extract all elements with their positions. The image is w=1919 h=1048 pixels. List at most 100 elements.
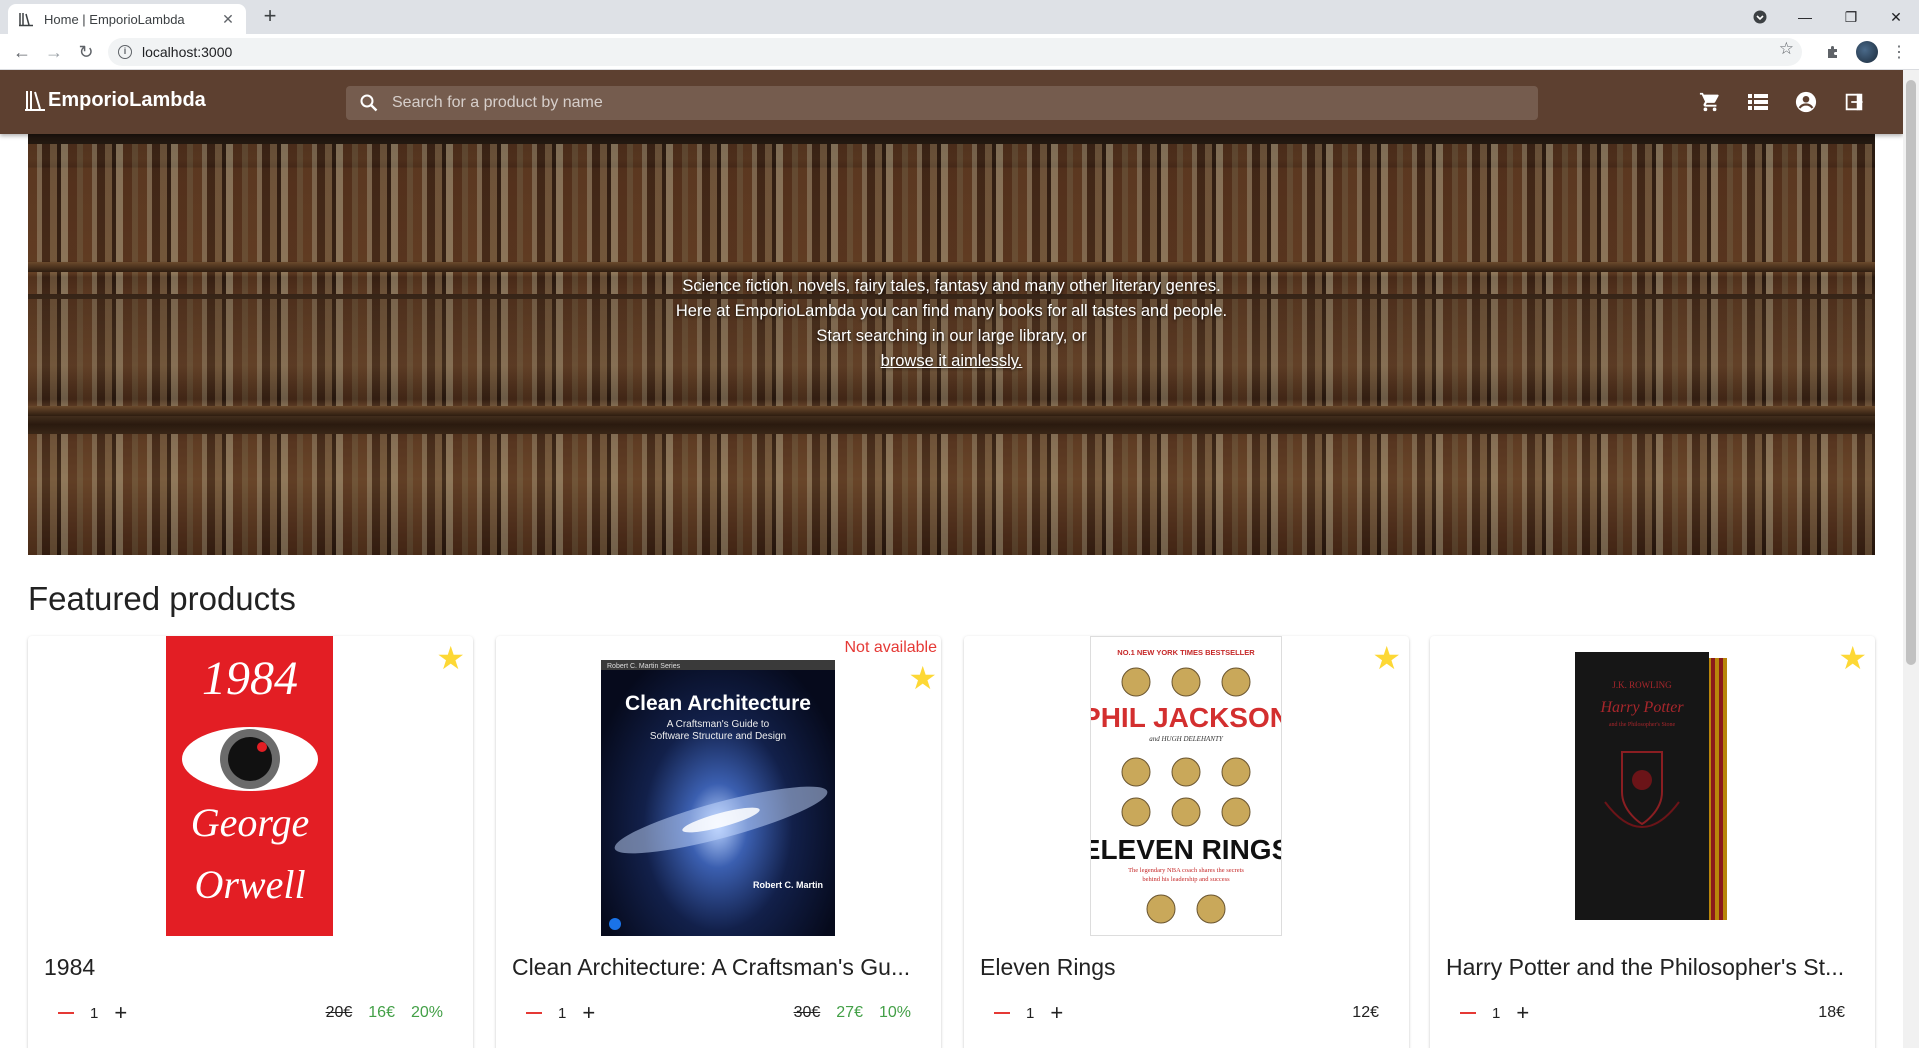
page-scrollbar[interactable] bbox=[1903, 70, 1919, 1048]
svg-text:J.K. ROWLING: J.K. ROWLING bbox=[1612, 680, 1672, 690]
old-price: 20€ bbox=[325, 1004, 353, 1021]
discount-percent: 20% bbox=[410, 1004, 443, 1021]
sale-price: 16€ bbox=[368, 1004, 395, 1021]
url-text: localhost:3000 bbox=[142, 44, 233, 60]
svg-text:Software Structure and Design: Software Structure and Design bbox=[650, 731, 786, 742]
extensions-icon[interactable] bbox=[1822, 41, 1844, 63]
featured-title: Featured products bbox=[28, 580, 296, 617]
price-block: 20€ 16€ 20% bbox=[326, 1004, 443, 1022]
browser-toolbar: ← → ↻ i localhost:3000 ☆ ⋮ bbox=[0, 34, 1919, 70]
hero-line: Start searching in our large library, or bbox=[816, 327, 1087, 345]
hero-line: Science fiction, novels, fairy tales, fa… bbox=[682, 277, 1221, 295]
discount-percent: 10% bbox=[878, 1004, 911, 1021]
svg-text:PHIL JACKSON: PHIL JACKSON bbox=[1091, 702, 1281, 733]
price: 12€ bbox=[1352, 1004, 1379, 1021]
account-icon[interactable] bbox=[1794, 90, 1818, 114]
restore-icon[interactable]: ❐ bbox=[1828, 0, 1874, 34]
book-cover-clean-architecture[interactable]: Robert C. Martin Series Clean Architectu… bbox=[601, 660, 835, 936]
hero-text: Science fiction, novels, fairy tales, fa… bbox=[28, 274, 1875, 374]
quantity-stepper: 1 + bbox=[1460, 1002, 1529, 1024]
library-icon bbox=[25, 91, 45, 111]
scrollbar-thumb[interactable] bbox=[1906, 80, 1916, 665]
shelf bbox=[28, 406, 1875, 416]
tab-search-icon[interactable] bbox=[1737, 0, 1783, 34]
quantity-value: 1 bbox=[90, 1004, 99, 1022]
quantity-value: 1 bbox=[1026, 1004, 1035, 1022]
svg-text:Harry Potter: Harry Potter bbox=[1599, 699, 1684, 716]
library-favicon-icon bbox=[18, 11, 34, 27]
browse-link[interactable]: browse it aimlessly. bbox=[881, 352, 1023, 370]
increase-qty-button[interactable]: + bbox=[582, 1002, 595, 1024]
price-block: 30€ 27€ 10% bbox=[794, 1004, 911, 1022]
bookshelf-row bbox=[28, 434, 1875, 555]
hero-line: Here at EmporioLambda you can find many … bbox=[675, 302, 1228, 320]
quantity-value: 1 bbox=[1492, 1004, 1501, 1022]
svg-text:A Craftsman's Guide to: A Craftsman's Guide to bbox=[667, 719, 770, 730]
price-block: 18€ bbox=[1818, 1004, 1845, 1022]
hero-banner: Science fiction, novels, fairy tales, fa… bbox=[28, 134, 1875, 555]
book-cover-eleven-rings[interactable]: NO.1 NEW YORK TIMES BESTSELLER PHIL JACK… bbox=[1082, 636, 1290, 936]
tab-title: Home | EmporioLambda bbox=[44, 11, 185, 27]
search-icon bbox=[360, 94, 378, 112]
increase-qty-button[interactable]: + bbox=[1050, 1002, 1063, 1024]
sale-price: 27€ bbox=[836, 1004, 863, 1021]
product-card[interactable]: J.K. ROWLING Harry Potter and the Philos… bbox=[1430, 636, 1875, 1048]
back-icon[interactable]: ← bbox=[10, 40, 34, 64]
minimize-icon[interactable]: — bbox=[1782, 0, 1828, 34]
product-title[interactable]: 1984 bbox=[44, 954, 464, 981]
product-card[interactable]: Robert C. Martin Series Clean Architectu… bbox=[496, 636, 941, 1048]
close-tab-icon[interactable]: ✕ bbox=[220, 11, 236, 27]
new-tab-button[interactable]: + bbox=[258, 5, 282, 29]
forward-icon[interactable]: → bbox=[42, 40, 66, 64]
decrease-qty-button[interactable] bbox=[1460, 1011, 1476, 1015]
quantity-value: 1 bbox=[558, 1004, 567, 1022]
featured-star-icon[interactable]: ★ bbox=[908, 662, 937, 694]
svg-text:Clean Architecture: Clean Architecture bbox=[625, 692, 811, 715]
book-cover-1984[interactable]: 1984 George Orwell bbox=[166, 636, 333, 936]
product-card[interactable]: NO.1 NEW YORK TIMES BESTSELLER PHIL JACK… bbox=[964, 636, 1409, 1048]
search-input[interactable] bbox=[392, 94, 1492, 112]
search-box[interactable] bbox=[346, 86, 1538, 120]
info-icon[interactable]: i bbox=[118, 45, 132, 59]
svg-text:and the Philosopher's Stone: and the Philosopher's Stone bbox=[1609, 722, 1676, 728]
reload-icon[interactable]: ↻ bbox=[74, 40, 98, 64]
bookmark-star-icon[interactable]: ☆ bbox=[1779, 39, 1794, 59]
page-viewport: EmporioLambda Science fiction, novels, f… bbox=[0, 70, 1903, 1048]
logout-icon[interactable] bbox=[1842, 90, 1866, 114]
decrease-qty-button[interactable] bbox=[526, 1011, 542, 1015]
featured-star-icon[interactable]: ★ bbox=[436, 642, 465, 674]
product-title[interactable]: Clean Architecture: A Craftsman's Gu... bbox=[512, 954, 932, 981]
shelf bbox=[28, 262, 1875, 272]
featured-star-icon[interactable]: ★ bbox=[1372, 642, 1401, 674]
brand-name: EmporioLambda bbox=[48, 88, 206, 111]
decrease-qty-button[interactable] bbox=[58, 1011, 74, 1015]
address-bar[interactable]: i localhost:3000 bbox=[108, 38, 1802, 66]
app-header: EmporioLambda bbox=[0, 70, 1903, 134]
cover-title: 1984 bbox=[202, 652, 298, 705]
product-title[interactable]: Harry Potter and the Philosopher's St... bbox=[1446, 954, 1866, 981]
featured-star-icon[interactable]: ★ bbox=[1838, 642, 1867, 674]
svg-text:behind his leadership and succ: behind his leadership and success bbox=[1142, 876, 1230, 883]
price: 18€ bbox=[1818, 1004, 1845, 1021]
quantity-stepper: 1 + bbox=[58, 1002, 127, 1024]
book-cover-harry-potter[interactable]: J.K. ROWLING Harry Potter and the Philos… bbox=[1575, 652, 1731, 936]
increase-qty-button[interactable]: + bbox=[1516, 1002, 1529, 1024]
decrease-qty-button[interactable] bbox=[994, 1011, 1010, 1015]
quantity-stepper: 1 + bbox=[994, 1002, 1063, 1024]
product-card[interactable]: 1984 George Orwell ★ 1984 1 + 20€ 16€ 20… bbox=[28, 636, 473, 1048]
svg-text:NO.1 NEW YORK TIMES BESTSELLER: NO.1 NEW YORK TIMES BESTSELLER bbox=[1117, 648, 1255, 657]
browser-tab[interactable]: Home | EmporioLambda ✕ bbox=[8, 4, 246, 34]
cart-icon[interactable] bbox=[1698, 90, 1722, 114]
price-block: 12€ bbox=[1352, 1004, 1379, 1022]
browser-menu-icon[interactable]: ⋮ bbox=[1888, 41, 1910, 63]
close-window-icon[interactable]: ✕ bbox=[1873, 0, 1919, 34]
product-title[interactable]: Eleven Rings bbox=[980, 954, 1400, 981]
list-icon[interactable] bbox=[1746, 90, 1770, 114]
brand-logo[interactable]: EmporioLambda bbox=[24, 88, 206, 112]
profile-avatar[interactable] bbox=[1856, 41, 1878, 63]
increase-qty-button[interactable]: + bbox=[114, 1002, 127, 1024]
browser-tab-bar: Home | EmporioLambda ✕ + — ❐ ✕ bbox=[0, 0, 1919, 34]
old-price: 30€ bbox=[793, 1004, 821, 1021]
not-available-label: Not available bbox=[844, 639, 938, 656]
quantity-stepper: 1 + bbox=[526, 1002, 595, 1024]
